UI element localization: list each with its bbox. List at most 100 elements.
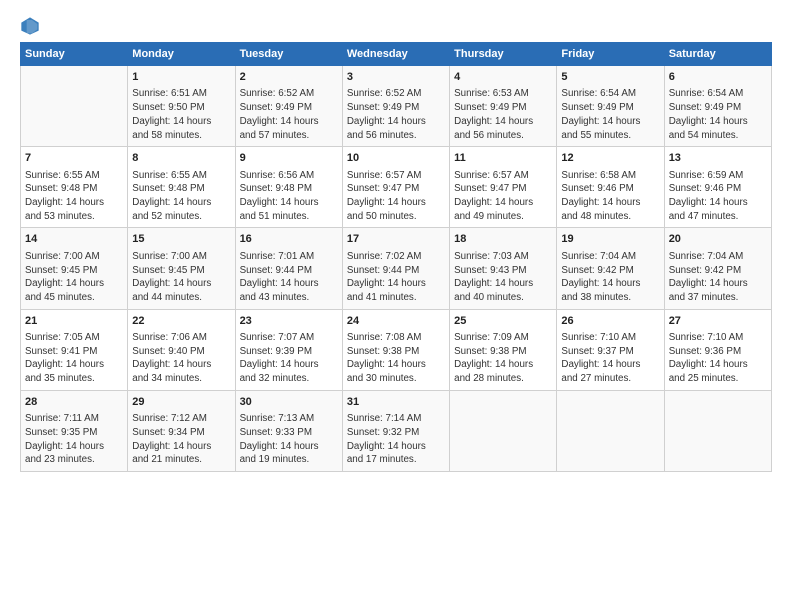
calendar-cell: 16 Sunrise: 7:01 AMSunset: 9:44 PMDayligh… [235, 228, 342, 309]
calendar-cell: 15Sunrise: 7:00 AMSunset: 9:45 PMDayligh… [128, 228, 235, 309]
cell-details: Sunrise: 7:04 AMSunset: 9:42 PMDaylight:… [561, 250, 659, 305]
header-saturday: Saturday [664, 43, 771, 66]
header-wednesday: Wednesday [342, 43, 449, 66]
day-number: 9 [240, 151, 338, 166]
calendar-cell: 23 Sunrise: 7:07 AMSunset: 9:39 PMDayligh… [235, 309, 342, 390]
header-sunday: Sunday [21, 43, 128, 66]
cell-details: Sunrise: 6:56 AMSunset: 9:48 PMDaylight:… [240, 169, 338, 224]
day-number: 17 [347, 232, 445, 247]
cell-details: Sunrise: 6:55 AMSunset: 9:48 PMDaylight:… [25, 169, 123, 224]
cell-details: Sunrise: 6:57 AMSunset: 9:47 PMDaylight:… [454, 169, 552, 224]
week-row-0: 1 Sunrise: 6:51 AMSunset: 9:50 PMDaylight… [21, 66, 772, 147]
calendar-cell: 9 Sunrise: 6:56 AMSunset: 9:48 PMDaylight… [235, 147, 342, 228]
week-row-3: 21 Sunrise: 7:05 AMSunset: 9:41 PMDayligh… [21, 309, 772, 390]
week-row-4: 28 Sunrise: 7:11 AMSunset: 9:35 PMDayligh… [21, 390, 772, 471]
cell-details: Sunrise: 7:02 AMSunset: 9:44 PMDaylight:… [347, 250, 445, 305]
day-number: 16 [240, 232, 338, 247]
calendar-cell: 3Sunrise: 6:52 AMSunset: 9:49 PMDaylight… [342, 66, 449, 147]
cell-details: Sunrise: 6:59 AMSunset: 9:46 PMDaylight:… [669, 169, 767, 224]
cell-details: Sunrise: 7:03 AMSunset: 9:43 PMDaylight:… [454, 250, 552, 305]
cell-details: Sunrise: 7:14 AMSunset: 9:32 PMDaylight:… [347, 412, 445, 467]
cell-details: Sunrise: 6:57 AMSunset: 9:47 PMDaylight:… [347, 169, 445, 224]
day-number: 10 [347, 151, 445, 166]
day-number: 27 [669, 314, 767, 329]
calendar-cell: 20Sunrise: 7:04 AMSunset: 9:42 PMDayligh… [664, 228, 771, 309]
cell-details: Sunrise: 6:55 AMSunset: 9:48 PMDaylight:… [132, 169, 230, 224]
calendar-cell [557, 390, 664, 471]
week-row-1: 7 Sunrise: 6:55 AMSunset: 9:48 PMDaylight… [21, 147, 772, 228]
general-blue-icon [20, 16, 40, 36]
cell-details: Sunrise: 7:05 AMSunset: 9:41 PMDaylight:… [25, 331, 123, 386]
calendar-cell: 4 Sunrise: 6:53 AMSunset: 9:49 PMDaylight… [450, 66, 557, 147]
cell-details: Sunrise: 7:09 AMSunset: 9:38 PMDaylight:… [454, 331, 552, 386]
header-row: SundayMondayTuesdayWednesdayThursdayFrid… [21, 43, 772, 66]
calendar-cell: 24Sunrise: 7:08 AMSunset: 9:38 PMDayligh… [342, 309, 449, 390]
cell-details: Sunrise: 6:54 AMSunset: 9:49 PMDaylight:… [669, 87, 767, 142]
calendar-cell [450, 390, 557, 471]
day-number: 25 [454, 314, 552, 329]
day-number: 4 [454, 70, 552, 85]
cell-details: Sunrise: 6:54 AMSunset: 9:49 PMDaylight:… [561, 87, 659, 142]
calendar-cell: 5 Sunrise: 6:54 AMSunset: 9:49 PMDaylight… [557, 66, 664, 147]
calendar-cell: 29Sunrise: 7:12 AMSunset: 9:34 PMDayligh… [128, 390, 235, 471]
week-row-2: 14 Sunrise: 7:00 AMSunset: 9:45 PMDayligh… [21, 228, 772, 309]
calendar-cell: 6Sunrise: 6:54 AMSunset: 9:49 PMDaylight… [664, 66, 771, 147]
day-number: 18 [454, 232, 552, 247]
header-tuesday: Tuesday [235, 43, 342, 66]
calendar-cell: 30 Sunrise: 7:13 AMSunset: 9:33 PMDayligh… [235, 390, 342, 471]
day-number: 1 [132, 70, 230, 85]
day-number: 13 [669, 151, 767, 166]
day-number: 19 [561, 232, 659, 247]
cell-details: Sunrise: 6:52 AMSunset: 9:49 PMDaylight:… [240, 87, 338, 142]
header-thursday: Thursday [450, 43, 557, 66]
calendar-cell: 10 Sunrise: 6:57 AMSunset: 9:47 PMDayligh… [342, 147, 449, 228]
calendar-cell: 26 Sunrise: 7:10 AMSunset: 9:37 PMDayligh… [557, 309, 664, 390]
calendar-cell [664, 390, 771, 471]
cell-details: Sunrise: 7:10 AMSunset: 9:37 PMDaylight:… [561, 331, 659, 386]
header-monday: Monday [128, 43, 235, 66]
cell-details: Sunrise: 6:53 AMSunset: 9:49 PMDaylight:… [454, 87, 552, 142]
day-number: 31 [347, 395, 445, 410]
day-number: 11 [454, 151, 552, 166]
day-number: 26 [561, 314, 659, 329]
day-number: 28 [25, 395, 123, 410]
logo [20, 16, 44, 36]
calendar-cell: 2 Sunrise: 6:52 AMSunset: 9:49 PMDaylight… [235, 66, 342, 147]
cell-details: Sunrise: 7:00 AMSunset: 9:45 PMDaylight:… [25, 250, 123, 305]
cell-details: Sunrise: 7:12 AMSunset: 9:34 PMDaylight:… [132, 412, 230, 467]
calendar-cell: 11 Sunrise: 6:57 AMSunset: 9:47 PMDayligh… [450, 147, 557, 228]
calendar-cell: 25 Sunrise: 7:09 AMSunset: 9:38 PMDayligh… [450, 309, 557, 390]
cell-details: Sunrise: 7:10 AMSunset: 9:36 PMDaylight:… [669, 331, 767, 386]
cell-details: Sunrise: 7:07 AMSunset: 9:39 PMDaylight:… [240, 331, 338, 386]
calendar-cell: 14 Sunrise: 7:00 AMSunset: 9:45 PMDayligh… [21, 228, 128, 309]
cell-details: Sunrise: 7:01 AMSunset: 9:44 PMDaylight:… [240, 250, 338, 305]
day-number: 14 [25, 232, 123, 247]
day-number: 15 [132, 232, 230, 247]
day-number: 5 [561, 70, 659, 85]
cell-details: Sunrise: 7:11 AMSunset: 9:35 PMDaylight:… [25, 412, 123, 467]
calendar-cell: 18 Sunrise: 7:03 AMSunset: 9:43 PMDayligh… [450, 228, 557, 309]
day-number: 21 [25, 314, 123, 329]
day-number: 30 [240, 395, 338, 410]
day-number: 23 [240, 314, 338, 329]
calendar-table: SundayMondayTuesdayWednesdayThursdayFrid… [20, 42, 772, 472]
day-number: 24 [347, 314, 445, 329]
day-number: 20 [669, 232, 767, 247]
header [20, 16, 772, 36]
calendar-cell: 28 Sunrise: 7:11 AMSunset: 9:35 PMDayligh… [21, 390, 128, 471]
calendar-cell: 13 Sunrise: 6:59 AMSunset: 9:46 PMDayligh… [664, 147, 771, 228]
cell-details: Sunrise: 6:51 AMSunset: 9:50 PMDaylight:… [132, 87, 230, 142]
day-number: 2 [240, 70, 338, 85]
calendar-cell: 31 Sunrise: 7:14 AMSunset: 9:32 PMDayligh… [342, 390, 449, 471]
calendar-cell: 22Sunrise: 7:06 AMSunset: 9:40 PMDayligh… [128, 309, 235, 390]
day-number: 22 [132, 314, 230, 329]
header-friday: Friday [557, 43, 664, 66]
calendar-cell: 7 Sunrise: 6:55 AMSunset: 9:48 PMDaylight… [21, 147, 128, 228]
day-number: 7 [25, 151, 123, 166]
calendar-cell [21, 66, 128, 147]
cell-details: Sunrise: 6:58 AMSunset: 9:46 PMDaylight:… [561, 169, 659, 224]
calendar-cell: 21 Sunrise: 7:05 AMSunset: 9:41 PMDayligh… [21, 309, 128, 390]
calendar-cell: 27 Sunrise: 7:10 AMSunset: 9:36 PMDayligh… [664, 309, 771, 390]
cell-details: Sunrise: 7:13 AMSunset: 9:33 PMDaylight:… [240, 412, 338, 467]
day-number: 12 [561, 151, 659, 166]
